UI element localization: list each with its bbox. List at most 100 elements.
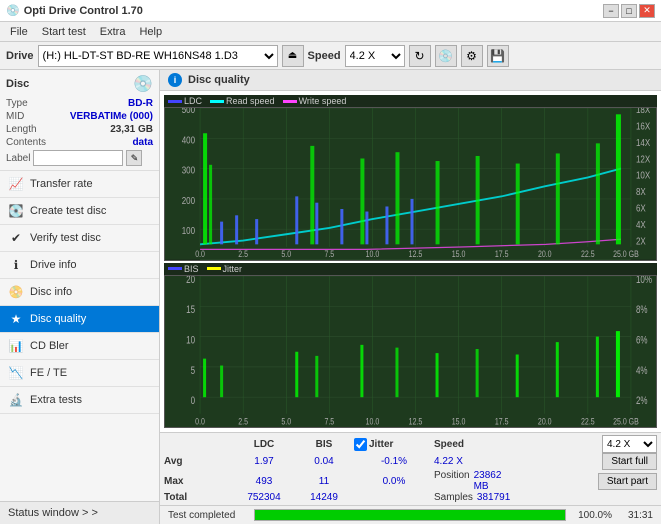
svg-text:10.0: 10.0 <box>366 249 380 259</box>
sidebar-item-label-extra-tests: Extra tests <box>30 394 82 406</box>
svg-text:200: 200 <box>182 195 195 206</box>
status-window-label: Status window > > <box>8 507 98 519</box>
svg-text:15.0: 15.0 <box>452 415 466 426</box>
jitter-avg: -0.1% <box>354 456 434 467</box>
refresh-button[interactable]: ↻ <box>409 45 431 67</box>
legend-ldc: LDC <box>168 96 202 106</box>
position-row: Position 23862 MB <box>434 470 514 492</box>
cd-bler-icon: 📊 <box>8 338 24 354</box>
drive-select[interactable]: (H:) HL-DT-ST BD-RE WH16NS48 1.D3 <box>38 45 278 67</box>
svg-text:0: 0 <box>191 394 195 407</box>
legend-jitter: Jitter <box>207 264 243 274</box>
svg-text:8X: 8X <box>636 186 646 197</box>
disc-contents-row: Contents data <box>6 137 153 148</box>
bis-avg: 0.04 <box>294 456 354 467</box>
disc-header: Disc 💿 <box>6 74 153 94</box>
menu-start-test[interactable]: Start test <box>36 25 92 39</box>
menu-file[interactable]: File <box>4 25 34 39</box>
disc-length-label: Length <box>6 124 37 135</box>
progress-bar-fill <box>255 510 565 520</box>
samples-label: Samples <box>434 492 473 503</box>
speed-select[interactable]: 4.2 X <box>345 45 405 67</box>
sidebar-item-label-disc-quality: Disc quality <box>30 313 86 325</box>
jitter-cb-label: Jitter <box>369 439 393 450</box>
disc-label-edit-button[interactable]: ✎ <box>126 150 142 166</box>
content-area: i Disc quality LDC Read speed <box>160 70 661 524</box>
extra-tests-icon: 🔬 <box>8 392 24 408</box>
top-chart-wrapper: LDC Read speed Write speed <box>164 95 657 261</box>
svg-text:2X: 2X <box>636 235 646 246</box>
sidebar-item-label-fe-te: FE / TE <box>30 367 67 379</box>
disc-type-row: Type BD-R <box>6 98 153 109</box>
svg-text:12.5: 12.5 <box>409 249 423 259</box>
legend-bis: BIS <box>168 264 199 274</box>
speed-label: Speed <box>308 50 341 62</box>
svg-text:300: 300 <box>182 165 195 176</box>
svg-text:4X: 4X <box>636 219 646 230</box>
menu-help[interactable]: Help <box>133 25 168 39</box>
settings-button[interactable]: ⚙ <box>461 45 483 67</box>
start-full-button[interactable]: Start full <box>602 453 657 470</box>
status-window-button[interactable]: Status window > > <box>0 501 159 524</box>
speed-stats-value: 4.22 X <box>434 456 463 467</box>
disc-type-value: BD-R <box>128 98 153 109</box>
eject-button[interactable]: ⏏ <box>282 45 304 67</box>
progress-status: Test completed <box>168 510 248 521</box>
disc-mid-label: MID <box>6 111 24 122</box>
sidebar-item-fe-te[interactable]: 📉 FE / TE <box>0 360 159 387</box>
close-button[interactable]: ✕ <box>639 4 655 18</box>
sidebar-item-disc-quality[interactable]: ★ Disc quality <box>0 306 159 333</box>
sidebar-item-create-test-disc[interactable]: 💽 Create test disc <box>0 198 159 225</box>
disc-label-input[interactable] <box>33 150 123 166</box>
sidebar-item-label-disc-info: Disc info <box>30 286 72 298</box>
drive-label: Drive <box>6 50 34 62</box>
total-label: Total <box>164 492 234 503</box>
stats-max-row: Max 493 11 0.0% Position 23862 MB Start … <box>164 470 657 492</box>
bottom-chart-wrapper: BIS Jitter <box>164 263 657 429</box>
action-buttons: 4.2 X <box>602 435 657 453</box>
bis-header: BIS <box>294 439 354 450</box>
sidebar-item-cd-bler[interactable]: 📊 CD Bler <box>0 333 159 360</box>
jitter-checkbox[interactable] <box>354 438 367 451</box>
svg-text:22.5: 22.5 <box>581 415 595 426</box>
sidebar-item-verify-test-disc[interactable]: ✔ Verify test disc <box>0 225 159 252</box>
svg-text:0.0: 0.0 <box>195 249 205 259</box>
svg-text:7.5: 7.5 <box>324 249 334 259</box>
save-button[interactable]: 💾 <box>487 45 509 67</box>
sidebar-item-drive-info[interactable]: ℹ Drive info <box>0 252 159 279</box>
svg-text:16X: 16X <box>636 121 650 132</box>
drive-toolbar: Drive (H:) HL-DT-ST BD-RE WH16NS48 1.D3 … <box>0 42 661 70</box>
sidebar: Disc 💿 Type BD-R MID VERBATIMe (000) Len… <box>0 70 160 524</box>
speed-select-stats[interactable]: 4.2 X <box>602 435 657 453</box>
sidebar-item-extra-tests[interactable]: 🔬 Extra tests <box>0 387 159 414</box>
main-layout: Disc 💿 Type BD-R MID VERBATIMe (000) Len… <box>0 70 661 524</box>
svg-text:6%: 6% <box>636 334 648 347</box>
svg-text:15.0: 15.0 <box>452 249 466 259</box>
start-full-container: Start full <box>602 453 657 470</box>
disc-label-label: Label <box>6 153 30 164</box>
disc-button[interactable]: 💿 <box>435 45 457 67</box>
menu-extra[interactable]: Extra <box>94 25 132 39</box>
svg-text:10X: 10X <box>636 170 650 181</box>
maximize-button[interactable]: □ <box>621 4 637 18</box>
progress-area: Test completed 100.0% 31:31 <box>160 505 661 524</box>
svg-text:2.5: 2.5 <box>238 249 248 259</box>
disc-mid-row: MID VERBATIMe (000) <box>6 111 153 122</box>
progress-bar <box>254 509 566 521</box>
bottom-chart-svg: 20 15 10 5 0 10% 8% 6% 4% 2% <box>165 276 656 428</box>
disc-length-value: 23,31 GB <box>110 124 153 135</box>
svg-text:2.5: 2.5 <box>238 415 248 426</box>
svg-text:5.0: 5.0 <box>281 415 291 426</box>
start-part-button[interactable]: Start part <box>598 473 657 490</box>
sidebar-item-disc-info[interactable]: 📀 Disc info <box>0 279 159 306</box>
disc-title: Disc <box>6 78 29 90</box>
legend-write-speed: Write speed <box>283 96 347 106</box>
svg-text:0.0: 0.0 <box>195 415 205 426</box>
disc-quality-title: Disc quality <box>188 74 250 86</box>
minimize-button[interactable]: − <box>603 4 619 18</box>
svg-text:400: 400 <box>182 134 195 145</box>
position-value: 23862 MB <box>474 470 514 492</box>
disc-header-icon: 💿 <box>133 74 153 94</box>
disc-contents-value: data <box>132 137 153 148</box>
sidebar-item-transfer-rate[interactable]: 📈 Transfer rate <box>0 171 159 198</box>
